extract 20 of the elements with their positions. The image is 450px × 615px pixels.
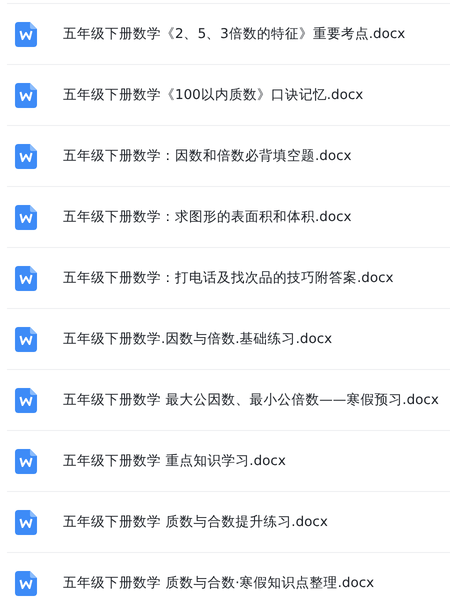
file-name[interactable]: 五年级下册数学：打电话及找次品的技巧附答案.docx: [63, 269, 394, 287]
file-name[interactable]: 五年级下册数学：因数和倍数必背填空题.docx: [63, 147, 352, 165]
file-name[interactable]: 五年级下册数学：求图形的表面积和体积.docx: [63, 208, 352, 226]
word-document-icon: [15, 266, 37, 290]
file-name[interactable]: 五年级下册数学 重点知识学习.docx: [63, 452, 286, 470]
word-document-icon: [15, 22, 37, 46]
word-document-icon: [15, 510, 37, 534]
word-document-icon: [15, 204, 37, 230]
file-name[interactable]: 五年级下册数学《100以内质数》口诀记忆.docx: [63, 86, 364, 104]
word-document-icon: [15, 448, 37, 474]
file-name[interactable]: 五年级下册数学 质数与合数提升练习.docx: [63, 513, 328, 531]
file-name[interactable]: 五年级下册数学.因数与倍数.基础练习.docx: [63, 330, 332, 348]
file-name[interactable]: 五年级下册数学《2、5、3倍数的特征》重要考点.docx: [63, 25, 406, 43]
word-document-icon: [15, 82, 37, 108]
file-name[interactable]: 五年级下册数学 质数与合数·寒假知识点整理.docx: [63, 574, 374, 592]
word-document-icon: [15, 570, 37, 596]
file-name[interactable]: 五年级下册数学 最大公因数、最小公倍数——寒假预习.docx: [63, 391, 439, 409]
word-document-icon: [15, 326, 37, 352]
word-document-icon: [15, 144, 37, 168]
word-document-icon: [15, 388, 37, 412]
